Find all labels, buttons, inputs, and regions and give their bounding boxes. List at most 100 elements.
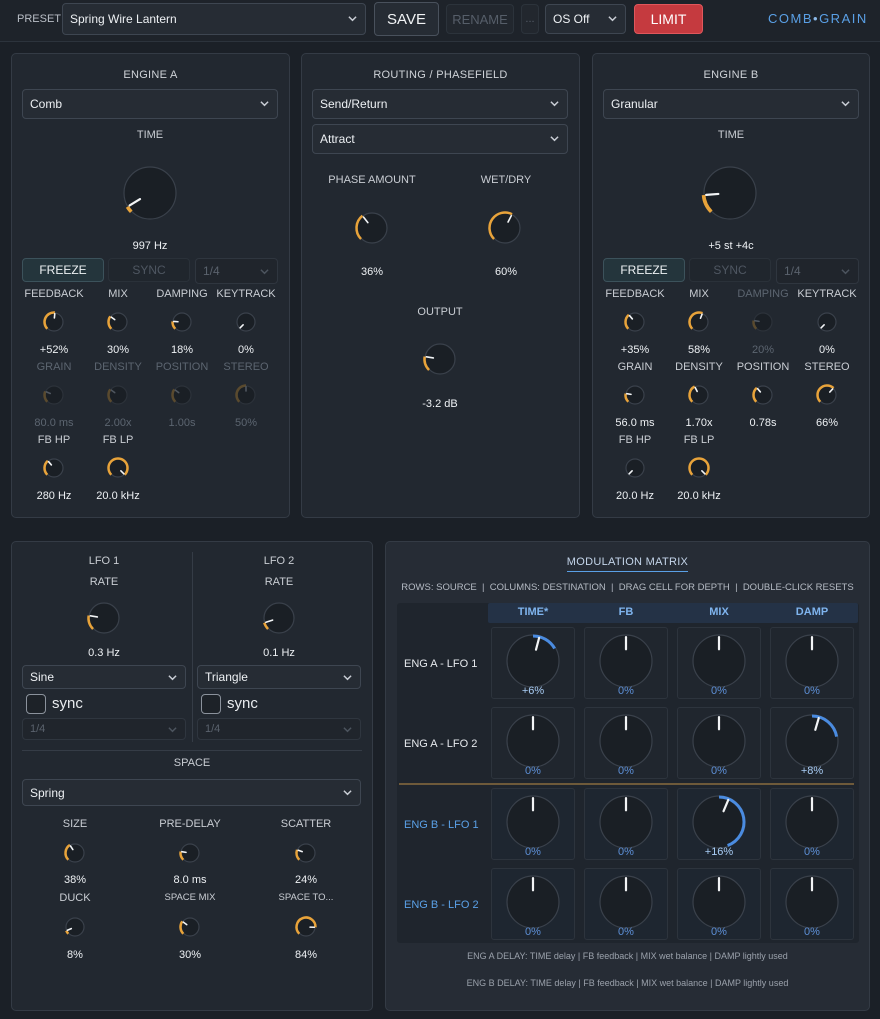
engine-b-fb-lp-knob[interactable]: [685, 454, 713, 482]
matrix-depth-knob[interactable]: [502, 791, 564, 853]
engine-b-feedback-knob[interactable]: [621, 308, 649, 336]
matrix-depth-knob[interactable]: [688, 791, 750, 853]
mod-matrix-help: ROWS: SOURCE | COLUMNS: DESTINATION | DR…: [401, 582, 854, 593]
routing-mode-select[interactable]: Send/Return: [312, 89, 568, 119]
chevron-down-icon: [168, 727, 177, 733]
engine-a-position-knob[interactable]: [168, 381, 196, 409]
space-pre-delay-knob[interactable]: [176, 839, 204, 867]
preset-select[interactable]: Spring Wire Lantern: [62, 3, 366, 35]
engine-b-division-select[interactable]: 1/4: [776, 258, 859, 284]
matrix-depth-knob[interactable]: [781, 871, 843, 933]
engine-b-stereo-knob[interactable]: [813, 381, 841, 409]
matrix-depth-knob[interactable]: [595, 791, 657, 853]
matrix-depth-knob[interactable]: [781, 710, 843, 772]
engine-a-keytrack-label: KEYTRACK: [216, 288, 276, 300]
rename-button[interactable]: RENAME: [446, 4, 514, 34]
lfo1-division-select[interactable]: 1/4: [22, 718, 186, 740]
matrix-depth-knob[interactable]: [595, 871, 657, 933]
engine-b-density-knob[interactable]: [685, 381, 713, 409]
lfo1-sync-checkbox[interactable]: [26, 694, 46, 714]
space-type-select[interactable]: Spring: [22, 779, 361, 806]
matrix-depth-knob[interactable]: [502, 630, 564, 692]
engine-a-damping-label: DAMPING: [156, 288, 208, 300]
matrix-cell-value: +16%: [704, 846, 734, 858]
engine-a-sync-button[interactable]: SYNC: [108, 258, 190, 282]
engine-b-division-value: 1/4: [784, 264, 801, 278]
lfo2-rate-knob[interactable]: [259, 598, 299, 638]
engine-b-grain-knob[interactable]: [621, 381, 649, 409]
space-space-mix-knob[interactable]: [176, 913, 204, 941]
engine-b-position-knob[interactable]: [749, 381, 777, 409]
matrix-cell-value: 0%: [525, 926, 541, 938]
matrix-depth-knob[interactable]: [595, 710, 657, 772]
engine-b-keytrack-label: KEYTRACK: [797, 288, 857, 300]
save-button[interactable]: SAVE: [374, 2, 439, 36]
oversampling-select[interactable]: OS Off: [545, 4, 626, 34]
engine-a-density-knob[interactable]: [104, 381, 132, 409]
engine-b-damping-value: 20%: [751, 344, 775, 356]
engine-a-keytrack-knob[interactable]: [232, 308, 260, 336]
limit-button[interactable]: LIMIT: [634, 4, 703, 34]
engine-b-sync-button[interactable]: SYNC: [689, 258, 771, 282]
lfo2-sync-checkbox[interactable]: [201, 694, 221, 714]
engine-b-keytrack-knob[interactable]: [813, 308, 841, 336]
engine-a-division-select[interactable]: 1/4: [195, 258, 278, 284]
engine-b-type-select[interactable]: Granular: [603, 89, 859, 119]
space-space-to--knob[interactable]: [292, 913, 320, 941]
engine-a-time-knob[interactable]: [119, 162, 181, 224]
engine-b-time-knob[interactable]: [699, 162, 761, 224]
engine-b-keytrack-value: 0%: [819, 344, 835, 356]
matrix-depth-knob[interactable]: [781, 630, 843, 692]
matrix-depth-knob[interactable]: [688, 871, 750, 933]
top-bar: PRESET Spring Wire Lantern SAVE RENAME .…: [0, 0, 880, 42]
matrix-depth-knob[interactable]: [781, 791, 843, 853]
matrix-depth-knob[interactable]: [688, 630, 750, 692]
output-knob[interactable]: [420, 339, 460, 379]
chevron-down-icon: [841, 269, 850, 275]
engine-a-fb-lp-knob[interactable]: [104, 454, 132, 482]
engine-a-type-select[interactable]: Comb: [22, 89, 278, 119]
matrix-depth-knob[interactable]: [502, 710, 564, 772]
engine-b-freeze-button[interactable]: FREEZE: [603, 258, 685, 282]
engine-a-damping-knob[interactable]: [168, 308, 196, 336]
chevron-down-icon: [550, 136, 559, 142]
lfo2-shape-select[interactable]: Triangle: [197, 665, 361, 689]
lfo1-shape-select[interactable]: Sine: [22, 665, 186, 689]
routing-title: ROUTING / PHASEFIELD: [373, 69, 508, 81]
lfo2-division-select[interactable]: 1/4: [197, 718, 361, 740]
mod-matrix-footer-a: ENG A DELAY: TIME delay | FB feedback | …: [467, 951, 788, 961]
engine-a-stereo-knob[interactable]: [232, 381, 260, 409]
space-pre-delay-label: PRE-DELAY: [159, 818, 221, 830]
engine-a-freeze-button[interactable]: FREEZE: [22, 258, 104, 282]
engine-a-fb-hp-label: FB HP: [37, 434, 71, 446]
phase-amount-knob[interactable]: [352, 208, 392, 248]
engine-a-feedback-label: FEEDBACK: [24, 288, 84, 300]
wet-dry-value: 60%: [494, 266, 518, 278]
engine-b-feedback-label: FEEDBACK: [605, 288, 665, 300]
engine-b-damping-knob[interactable]: [749, 308, 777, 336]
engine-a-grain-knob[interactable]: [40, 381, 68, 409]
engine-b-panel: [592, 53, 870, 518]
space-space-mix-value: 30%: [178, 949, 202, 961]
lfo1-rate-knob[interactable]: [84, 598, 124, 638]
matrix-depth-knob[interactable]: [688, 710, 750, 772]
engine-b-feedback-value: +35%: [620, 344, 650, 356]
space-scatter-knob[interactable]: [292, 839, 320, 867]
engine-a-stereo-label: STEREO: [223, 361, 269, 373]
space-size-knob[interactable]: [61, 839, 89, 867]
engine-a-mix-knob[interactable]: [104, 308, 132, 336]
engine-a-fb-hp-knob[interactable]: [40, 454, 68, 482]
wet-dry-knob[interactable]: [485, 208, 525, 248]
space-duck-value: 8%: [67, 949, 83, 961]
phasefield-mode-select[interactable]: Attract: [312, 124, 568, 154]
engine-b-fb-hp-knob[interactable]: [621, 454, 649, 482]
matrix-depth-knob[interactable]: [502, 871, 564, 933]
engine-a-mix-label: MIX: [108, 288, 128, 300]
engine-b-mix-knob[interactable]: [685, 308, 713, 336]
space-duck-knob[interactable]: [61, 913, 89, 941]
matrix-cell-value: 0%: [525, 846, 541, 858]
matrix-cell-value: +8%: [800, 765, 824, 777]
engine-a-feedback-knob[interactable]: [40, 308, 68, 336]
more-button[interactable]: ...: [521, 4, 539, 34]
matrix-depth-knob[interactable]: [595, 630, 657, 692]
